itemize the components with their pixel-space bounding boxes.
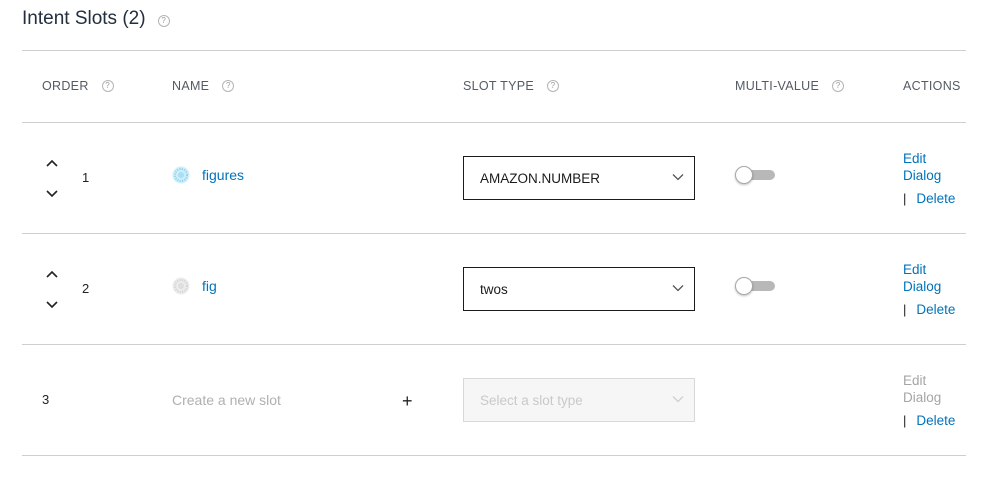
header-slot-type-label: SLOT TYPE [463, 79, 535, 93]
multi-value-toggle[interactable] [735, 277, 775, 295]
delete-link[interactable]: Delete [916, 412, 955, 429]
divider [22, 344, 966, 345]
header-name-label: NAME [172, 79, 210, 93]
section-title-text: Intent Slots (2) [22, 8, 146, 29]
help-icon[interactable]: ? [222, 80, 235, 92]
add-slot-icon[interactable]: + [402, 392, 413, 410]
actions-row: | Delete [903, 301, 955, 318]
help-icon[interactable]: ? [101, 80, 114, 92]
delete-link[interactable]: Delete [916, 301, 955, 318]
order-number: 2 [82, 281, 90, 296]
divider [22, 122, 966, 123]
move-up-icon[interactable] [45, 269, 59, 279]
help-icon[interactable]: ? [832, 80, 845, 92]
slot-name-link[interactable]: fig [202, 278, 217, 294]
slot-type-value: AMAZON.NUMBER [480, 170, 601, 186]
edit-dialog-link[interactable]: Edit Dialog [903, 150, 947, 184]
row-actions: Edit Dialog | Delete [903, 150, 955, 207]
slot-type-select[interactable]: AMAZON.NUMBER [463, 156, 695, 200]
header-multi-value-label: MULTI-VALUE [735, 79, 820, 93]
actions-separator: | [903, 191, 907, 206]
divider [22, 455, 966, 456]
order-number: 3 [42, 392, 50, 407]
chevron-down-icon [672, 174, 684, 181]
move-down-icon[interactable] [45, 189, 59, 199]
slot-type-placeholder: Select a slot type [480, 392, 583, 408]
delete-link[interactable]: Delete [916, 190, 955, 207]
new-slot-name-input[interactable]: Create a new slot [172, 392, 281, 408]
slot-icon [172, 277, 190, 295]
divider [22, 233, 966, 234]
slot-type-value: twos [480, 281, 508, 297]
new-slot-type-select[interactable]: Select a slot type [463, 378, 695, 422]
actions-separator: | [903, 302, 907, 317]
header-actions-label: ACTIONS [903, 79, 961, 93]
edit-dialog-link[interactable]: Edit Dialog [903, 261, 947, 295]
actions-separator: | [903, 413, 907, 428]
multi-value-toggle[interactable] [735, 166, 775, 184]
toggle-knob [735, 166, 753, 184]
header-order-label: ORDER [42, 79, 89, 93]
move-down-icon[interactable] [45, 300, 59, 310]
header-order: ORDER ? [42, 79, 114, 93]
row-actions: Edit Dialog | Delete [903, 261, 955, 318]
row-actions: Edit Dialog | Delete [903, 372, 955, 429]
header-actions: ACTIONS [903, 79, 961, 93]
chevron-down-icon [672, 396, 684, 403]
chevron-down-icon [672, 285, 684, 292]
header-name: NAME ? [172, 79, 235, 93]
help-icon[interactable]: ? [157, 15, 170, 27]
help-icon[interactable]: ? [547, 80, 560, 92]
move-up-icon[interactable] [45, 158, 59, 168]
divider [22, 50, 966, 51]
slot-name-link[interactable]: figures [202, 167, 244, 183]
order-number: 1 [82, 170, 90, 185]
header-slot-type: SLOT TYPE ? [463, 79, 560, 93]
actions-row: | Delete [903, 412, 955, 429]
header-multi-value: MULTI-VALUE ? [735, 79, 845, 93]
actions-row: | Delete [903, 190, 955, 207]
slot-icon [172, 166, 190, 184]
toggle-knob [735, 277, 753, 295]
section-title: Intent Slots (2) ? [22, 8, 170, 30]
slot-type-select[interactable]: twos [463, 267, 695, 311]
edit-dialog-link: Edit Dialog [903, 373, 942, 405]
